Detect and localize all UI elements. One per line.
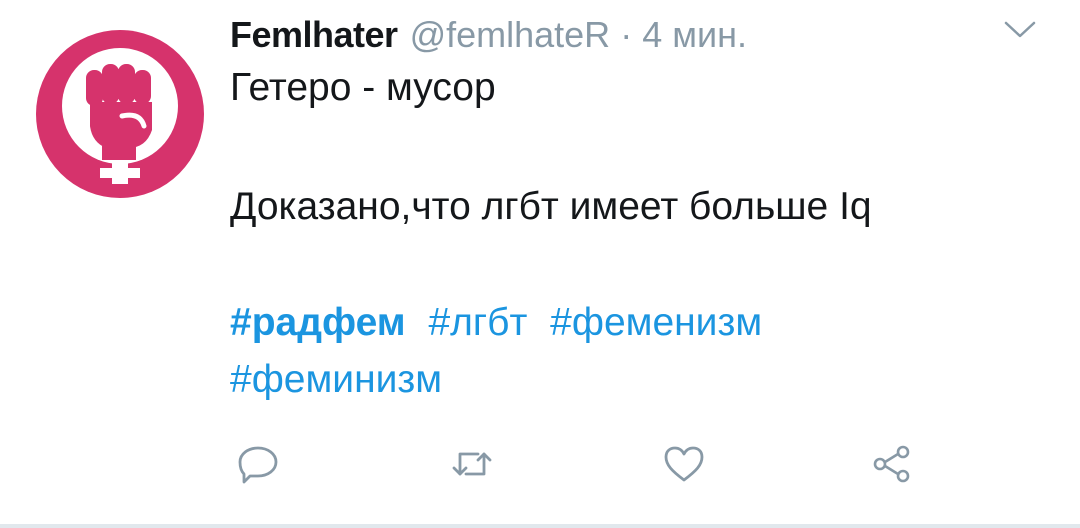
tweet-menu-button[interactable]	[1000, 18, 1040, 42]
hashtag-link[interactable]: #радфем	[230, 301, 406, 344]
share-icon	[873, 445, 910, 483]
tweet-text-line: Гетеро - мусор	[230, 66, 496, 109]
tweet-header: Femlhater @femlhateR · 4 мин.	[230, 10, 747, 60]
reply-button[interactable]	[236, 444, 280, 484]
author-handle[interactable]: @femlhateR	[410, 10, 611, 60]
retweet-button[interactable]	[450, 444, 494, 484]
avatar[interactable]	[36, 30, 204, 198]
timestamp[interactable]: 4 мин.	[642, 10, 747, 60]
share-button[interactable]	[870, 444, 914, 484]
tweet-text-line: Доказано,что лгбт имеет больше Iq	[230, 185, 872, 228]
hashtag-line: #феминизм	[230, 355, 454, 405]
separator: ·	[620, 14, 633, 55]
hashtag-line: #радфем #лгбт #феменизм	[230, 298, 774, 348]
caret-down-icon	[1004, 21, 1036, 38]
hashtag-link[interactable]: #феменизм	[550, 301, 762, 344]
author-name[interactable]: Femlhater	[230, 10, 398, 60]
like-icon	[664, 446, 704, 482]
reply-icon	[238, 446, 278, 484]
tweet-card[interactable]: Femlhater @femlhateR · 4 мин. Гетеро - м…	[0, 0, 1080, 528]
feminist-fist-icon	[36, 30, 204, 198]
hashtag-link[interactable]: #феминизм	[230, 358, 442, 401]
hashtag-link[interactable]: #лгбт	[428, 301, 527, 344]
divider	[0, 524, 1080, 528]
retweet-icon	[452, 452, 492, 476]
like-button[interactable]	[662, 444, 706, 484]
